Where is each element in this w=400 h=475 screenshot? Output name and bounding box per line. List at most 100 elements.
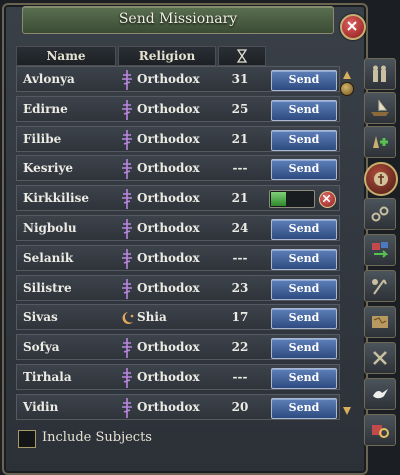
province-name: Selanik [23, 250, 74, 265]
conversion-time: 17 [231, 310, 249, 325]
alliance-icon [373, 351, 387, 365]
orthodox-cross-icon [121, 219, 133, 239]
conversion-time: 22 [231, 340, 249, 355]
close-icon [347, 21, 357, 31]
orthodox-cross-icon [121, 338, 133, 359]
send-button[interactable]: Send [271, 248, 337, 270]
religion-name: Orthodox [137, 191, 200, 206]
conversion-time: 25 [231, 101, 249, 116]
province-name: Nigbolu [23, 221, 77, 235]
religion-name: Orthodox [137, 131, 200, 146]
army-icon [373, 65, 386, 82]
conversion-time: --- [232, 370, 248, 384]
title-bar: Send Missionary [22, 6, 334, 34]
conversion-time: 21 [231, 131, 249, 146]
religion-name: Orthodox [137, 72, 200, 86]
religion-name: Orthodox [137, 101, 200, 116]
table-row[interactable]: Tirhala Orthodox --- Send [16, 364, 340, 390]
scroll-down-arrow-icon[interactable] [342, 406, 352, 416]
orthodox-cross-icon [121, 159, 133, 180]
religion-name: Orthodox [137, 280, 200, 295]
orthodox-cross-icon [121, 397, 133, 418]
table-row[interactable]: Kesriye Orthodox --- Send [16, 155, 340, 182]
scroll-up-arrow-icon[interactable] [342, 70, 352, 80]
table-row[interactable]: Sofya Orthodox 22 Send [16, 334, 340, 361]
side-tab-chain[interactable] [364, 198, 396, 230]
side-tab-missionary[interactable] [364, 162, 398, 196]
conversion-time: 24 [231, 221, 249, 235]
side-tab-map[interactable] [364, 306, 396, 338]
progress-fill [271, 192, 286, 207]
table-row[interactable]: Nigbolu Orthodox 24 Send [16, 215, 340, 241]
province-name: Vidin [23, 399, 59, 414]
side-tab-army[interactable] [364, 58, 396, 90]
column-header-religion[interactable]: Religion [118, 46, 216, 66]
send-button[interactable]: Send [271, 368, 337, 389]
table-row[interactable]: Kirkkilise Orthodox 21 [16, 185, 340, 212]
religion-name: Orthodox [137, 370, 200, 384]
orthodox-cross-icon [121, 248, 133, 269]
religion-name: Orthodox [137, 221, 200, 235]
send-button[interactable]: Send [271, 397, 337, 419]
scrollbar-thumb[interactable] [340, 82, 354, 96]
conversion-time: 21 [231, 191, 249, 206]
table-row[interactable]: Avlonya Orthodox 31 Send [16, 66, 340, 92]
chain-icon [371, 206, 389, 222]
orthodox-cross-icon [121, 129, 133, 150]
side-tab-colonize[interactable] [364, 126, 396, 158]
orthodox-cross-icon [121, 278, 133, 299]
table-row[interactable]: Vidin Orthodox 20 Send [16, 393, 340, 420]
province-name: Sofya [23, 340, 60, 355]
side-tab-fleet[interactable] [364, 92, 396, 124]
conversion-time: 31 [231, 72, 249, 86]
include-subjects-label: Include Subjects [42, 430, 152, 445]
side-tab-convert[interactable] [364, 234, 396, 266]
table-row[interactable]: Edirne Orthodox 25 Send [16, 95, 340, 122]
fleet-icon [371, 100, 389, 116]
include-subjects-checkbox[interactable] [18, 430, 36, 448]
close-icon [323, 195, 330, 203]
send-button[interactable]: Send [271, 278, 337, 300]
send-button[interactable]: Send [271, 129, 337, 151]
province-name: Sivas [23, 310, 58, 325]
column-header-name[interactable]: Name [16, 46, 116, 66]
send-button[interactable]: Send [271, 308, 337, 330]
cancel-missionary-button[interactable] [319, 191, 336, 209]
province-name: Silistre [23, 280, 72, 295]
table-row[interactable]: Filibe Orthodox 21 Send [16, 125, 340, 152]
colonize-icon [373, 136, 388, 148]
religion-name: Orthodox [137, 340, 200, 355]
send-button[interactable]: Send [271, 99, 337, 121]
province-name: Kesriye [23, 161, 74, 176]
conversion-time: 20 [231, 399, 249, 414]
map-icon [372, 316, 388, 328]
orthodox-cross-icon [121, 70, 133, 90]
table-row[interactable]: Sivas Shia 17 Send [16, 304, 340, 331]
table-row[interactable]: Silistre Orthodox 23 Send [16, 274, 340, 301]
send-button[interactable]: Send [271, 338, 337, 360]
missionary-icon [374, 172, 388, 186]
side-tab-alliance[interactable] [364, 342, 396, 374]
conversion-time: 23 [231, 280, 249, 295]
side-tab-royal-marriage[interactable] [364, 414, 396, 446]
religion-name: Orthodox [137, 161, 200, 176]
side-tab-dove[interactable] [364, 378, 396, 410]
close-button[interactable] [340, 14, 366, 40]
send-button[interactable]: Send [271, 159, 337, 181]
convert-icon [372, 242, 389, 258]
send-button[interactable]: Send [271, 70, 337, 91]
table-row[interactable]: Selanik Orthodox --- Send [16, 244, 340, 271]
send-button[interactable]: Send [271, 219, 337, 240]
side-tab-military-access[interactable] [364, 270, 396, 302]
column-header-time[interactable] [218, 46, 266, 66]
province-name: Avlonya [23, 72, 75, 86]
province-name: Filibe [23, 131, 62, 146]
dove-icon [373, 389, 388, 399]
province-name: Kirkkilise [23, 191, 90, 206]
window-title: Send Missionary [118, 11, 238, 27]
religion-name: Orthodox [137, 250, 200, 265]
royal-marriage-icon [372, 425, 389, 438]
missionary-progress-bar [269, 190, 315, 209]
conversion-time: --- [232, 250, 248, 265]
conversion-time: --- [232, 161, 248, 176]
